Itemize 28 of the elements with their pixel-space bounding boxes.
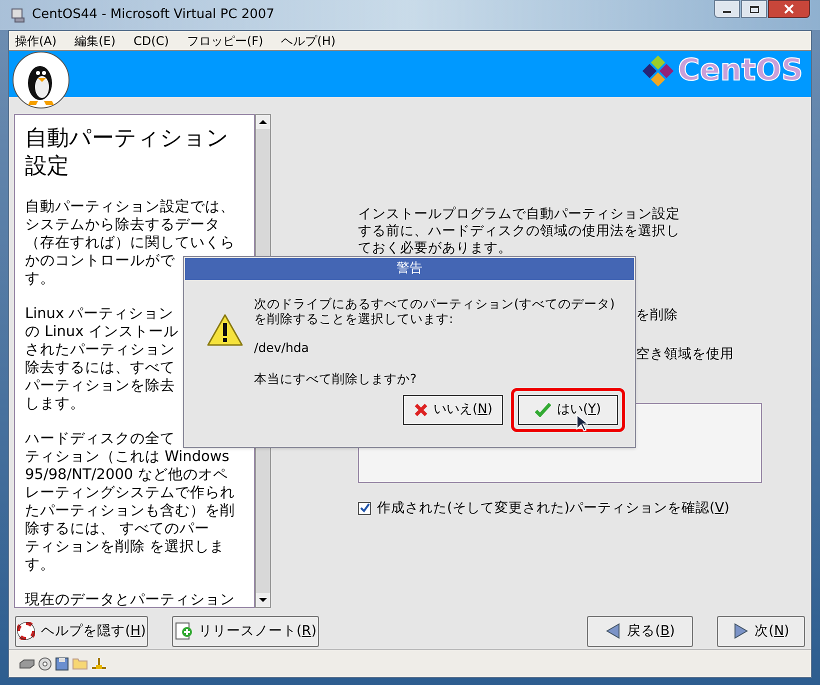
help-text-line: パーティションを除去 [25, 377, 175, 395]
dialog-title: 警告 [396, 260, 422, 278]
help-text-line: かのコントロールがで [25, 252, 175, 270]
window-title: CentOS44 - Microsoft Virtual PC 2007 [32, 6, 274, 24]
help-text-line: 除するには、 すべてのパー [25, 520, 210, 538]
help-text-line: ティションを削除 を選択しま [25, 538, 225, 556]
help-text-line: Linux パーティション [25, 305, 174, 323]
help-text-line: システムから除去するデータ [25, 216, 220, 234]
dialog-message: 次のドライブにあるすべてのパーティション(すべてのデータ) を削除することを選択しています: [254, 296, 615, 326]
help-text-line: 自動パーティション設定では、 [25, 198, 235, 216]
help-text-line: ティション（これは Windows [25, 448, 230, 466]
help-text-line: す。 [25, 270, 55, 288]
confirm-question: 本当にすべて削除しますか? [254, 370, 418, 388]
help-text-line: されたパーティション [25, 341, 175, 359]
help-text-line: （存在すれば）に関していくら [25, 234, 235, 252]
device-name: /dev/hda [254, 339, 310, 357]
help-text-line: ハードディスクの全て [25, 430, 175, 448]
help-text-line: レーティングシステムで作られ [25, 484, 235, 502]
logo-text: CentOS [678, 56, 803, 86]
help-text-line: 現在のデータとパーティション [25, 591, 235, 607]
help-title: 自動パーティション設定 [25, 125, 230, 181]
help-text-line: 95/98/NT/2000 など他のオペ [25, 466, 228, 484]
help-text-line: します。 [25, 395, 85, 413]
help-text-line: の Linux インストール [25, 323, 178, 341]
intro-text: インストールプログラムで自動パーティション設定 する前に、ハードディスクの領域の使用法を選択し ておく必要があります。 [358, 206, 681, 257]
help-text-line: 除去するには、すべて [25, 359, 175, 377]
help-text-line: す。 [25, 556, 55, 574]
help-text-line: たパーティションも含む）を削 [25, 502, 235, 520]
